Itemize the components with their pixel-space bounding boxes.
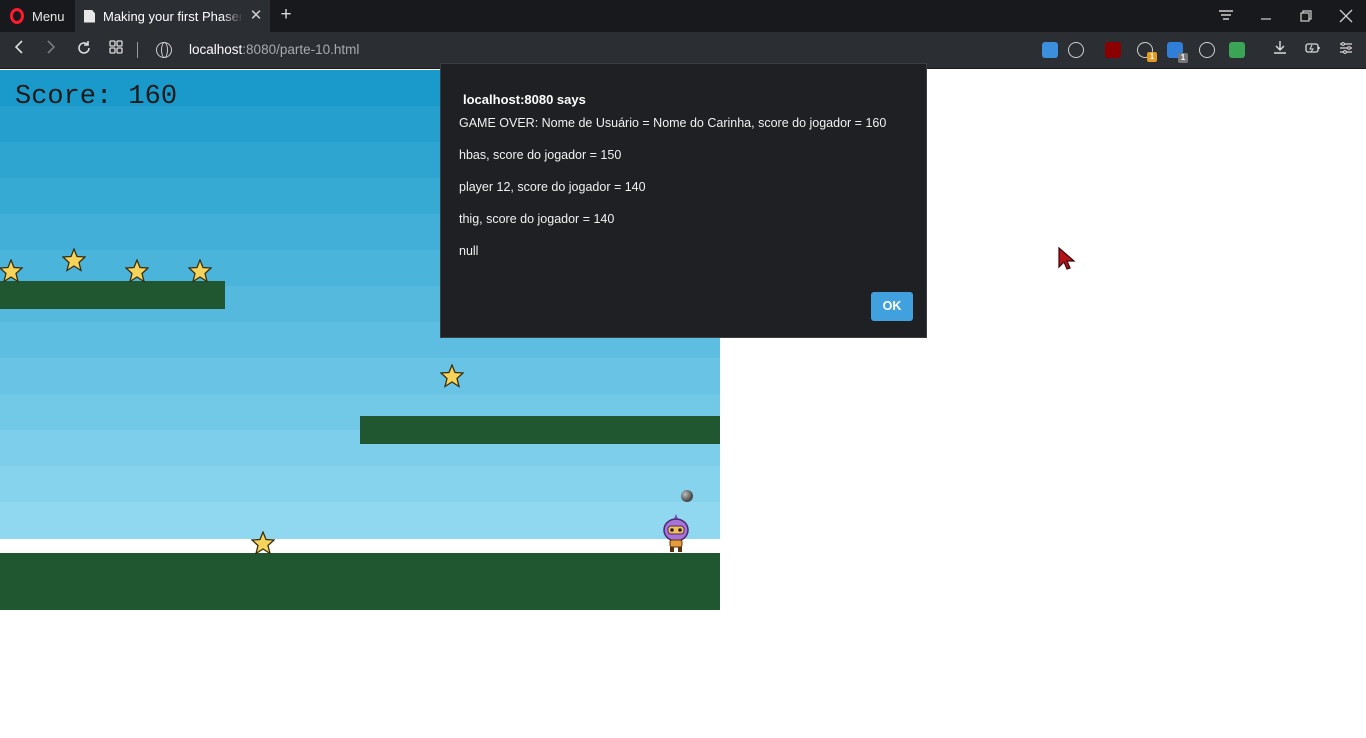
reload-icon[interactable] — [74, 40, 94, 60]
extension-badge: 1 — [1147, 52, 1157, 62]
easy-setup-icon[interactable] — [1336, 40, 1356, 60]
player-character-icon — [663, 514, 689, 552]
opera-logo-icon — [10, 8, 24, 24]
dialog-message-line: null — [459, 244, 479, 258]
dialog-message-line: player 12, score do jogador = 140 — [459, 180, 646, 194]
new-tab-icon[interactable]: + — [278, 5, 294, 25]
back-icon[interactable] — [9, 40, 29, 60]
forward-icon[interactable] — [41, 40, 61, 60]
dialog-message-line: GAME OVER: Nome de Usuário = Nome do Car… — [459, 116, 887, 130]
globe-ext-extension-icon[interactable] — [1229, 42, 1245, 58]
url-path: :8080/parte-10.html — [242, 42, 360, 57]
ublock-extension-icon[interactable] — [1105, 42, 1121, 58]
close-window-icon[interactable] — [1326, 0, 1366, 32]
heart-extension-icon[interactable] — [1068, 42, 1084, 58]
extension-badge: 1 — [1178, 53, 1188, 63]
site-info-icon[interactable] — [156, 42, 172, 58]
dialog-message-line: thig, score do jogador = 140 — [459, 212, 615, 226]
star-icon — [62, 248, 86, 272]
bomb-icon — [681, 490, 693, 502]
speed-dial-icon[interactable] — [106, 40, 126, 60]
file-icon — [84, 9, 95, 23]
tab-bar: Menu Making your first Phaser 3 Game ✕ + — [0, 0, 1366, 32]
dialog-message-line: hbas, score do jogador = 150 — [459, 148, 622, 162]
ground-floor — [0, 553, 720, 610]
download-icon[interactable] — [1270, 40, 1290, 60]
sky-band — [0, 466, 720, 503]
mouse-cursor-icon — [1058, 247, 1076, 270]
shield-extension-icon[interactable] — [1042, 42, 1058, 58]
browser-tab-active[interactable]: Making your first Phaser 3 Game ✕ — [75, 0, 270, 32]
toolbar-divider — [137, 42, 138, 58]
sky-band — [0, 502, 720, 539]
restore-icon[interactable] — [1286, 0, 1326, 32]
sky-band — [0, 358, 720, 395]
tab-close-icon[interactable]: ✕ — [248, 8, 264, 24]
address-field[interactable]: localhost:8080/parte-10.html — [189, 42, 359, 57]
star-icon — [440, 364, 464, 388]
score-text: Score: 160 — [15, 82, 178, 112]
star-icon — [125, 259, 149, 283]
minimize-icon[interactable] — [1246, 0, 1286, 32]
url-host: localhost — [189, 42, 243, 57]
menu-label: Menu — [32, 8, 65, 24]
alert-dialog: localhost:8080 says GAME OVER: Nome de U… — [440, 63, 927, 338]
tab-title: Making your first Phaser 3 Game — [103, 8, 243, 24]
s-ext-extension-icon[interactable]: 1 — [1167, 42, 1188, 63]
tab-menu-icon[interactable] — [1206, 0, 1246, 32]
platform-middle-right — [360, 416, 720, 444]
dialog-title: localhost:8080 says — [463, 92, 586, 107]
cloud-extension-icon[interactable]: 1 — [1137, 42, 1157, 62]
star-icon — [251, 531, 275, 555]
battery-saver-icon[interactable] — [1303, 40, 1323, 60]
star-icon — [0, 259, 23, 283]
opera-menu-button[interactable]: Menu — [0, 0, 72, 32]
platform-upper-left — [0, 281, 225, 309]
ok-button[interactable]: OK — [871, 292, 913, 321]
glasses-extension-icon[interactable] — [1199, 42, 1215, 58]
star-icon — [188, 259, 212, 283]
